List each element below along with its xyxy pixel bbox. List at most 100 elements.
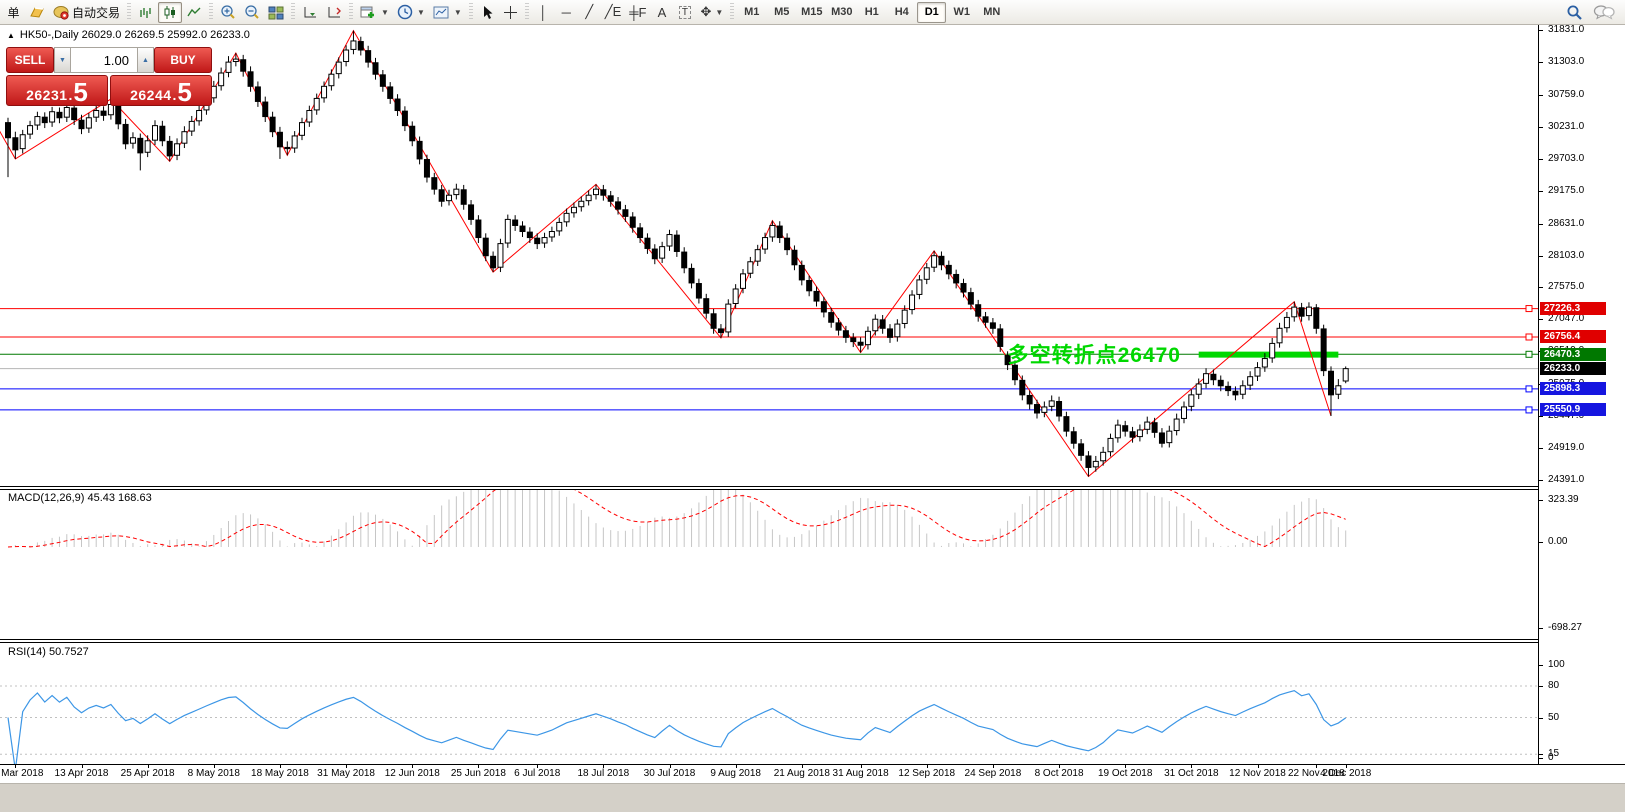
crosshair-icon [503,5,518,20]
one-click-trading-panel: SELL ▼ 1.00 ▲ BUY 26231.5 26244.5 [6,47,212,106]
autotrade-button[interactable]: 自动交易 [49,2,124,23]
axis-tick-label: 31303.0 [1548,56,1584,67]
new-chart-button[interactable]: ▼ [356,2,393,23]
timeframe-button-w1[interactable]: W1 [947,2,976,23]
history-button[interactable] [25,2,49,23]
zoom-in-button[interactable] [216,2,240,23]
timeframe-button-m5[interactable]: M5 [767,2,796,23]
date-label: 12 Nov 2018 [1229,768,1286,779]
date-label: 18 May 2018 [251,768,309,779]
volume-value: 1.00 [104,53,129,68]
chat-icon[interactable] [1593,4,1615,20]
sell-price-main: 26231 [26,87,67,103]
arrows-button[interactable]: ✥▼ [696,2,727,23]
date-label: 25 Jun 2018 [451,768,506,779]
timeframe-button-m30[interactable]: M30 [827,2,856,23]
axis-tick-label: 30231.0 [1548,121,1584,132]
line-chart-button[interactable] [182,2,206,23]
mt4-window: 单 自动交易 [0,0,1625,812]
auto-scroll-icon [302,5,318,20]
level-price-label[interactable]: 25550.9 [1540,403,1606,416]
level-price-label[interactable]: 25898.3 [1540,382,1606,395]
new-order-button[interactable]: 单 [2,2,25,23]
search-icon[interactable] [1566,4,1583,21]
macd-indicator-label: MACD(12,26,9) 45.43 168.63 [8,492,152,504]
auto-scroll-button[interactable] [298,2,322,23]
timeframe-button-h1[interactable]: H1 [857,2,886,23]
current-price-label[interactable]: 26233.0 [1540,362,1606,375]
axis-tick-mark [1538,62,1543,63]
date-label: 9 Aug 2018 [710,768,761,779]
new-chart-icon [360,5,377,20]
chevron-down-icon: ▼ [454,8,462,17]
axis-tick-label: 28631.0 [1548,218,1584,229]
macd-axis-label: 323.39 [1548,494,1579,505]
timeframe-button-m1[interactable]: M1 [737,2,766,23]
text-button[interactable]: A [650,2,673,23]
macd-plot[interactable] [0,490,1538,638]
text-label-button[interactable]: T [673,2,696,23]
chart-annotation-text[interactable]: 多空转折点26470 [1008,339,1181,369]
timeframe-button-mn[interactable]: MN [977,2,1006,23]
volume-input[interactable]: 1.00 [71,47,137,73]
date-label: 25 Apr 2018 [121,768,175,779]
new-order-label: 单 [7,4,19,21]
vertical-line-button[interactable]: │ [532,2,555,23]
date-label: 8 May 2018 [188,768,240,779]
buy-button[interactable]: BUY [154,47,212,73]
axis-tick-mark [1538,287,1543,288]
main-chart-plot[interactable] [0,25,1538,486]
date-label: 12 Sep 2018 [898,768,955,779]
templates-button[interactable]: ▼ [429,2,466,23]
axis-tick-mark [1538,256,1543,257]
date-label: 24 Sep 2018 [965,768,1022,779]
date-label: 21 Aug 2018 [774,768,830,779]
collapse-triangle-icon[interactable]: ▲ [7,31,15,40]
autotrade-label: 自动交易 [72,4,120,21]
toolbar: 单 自动交易 [0,0,1625,25]
date-label: 31 May 2018 [317,768,375,779]
volume-up-icon: ▲ [142,57,149,64]
level-price-label[interactable]: 26756.4 [1540,330,1606,343]
zoom-out-button[interactable] [240,2,264,23]
cursor-button[interactable] [476,2,499,23]
horizontal-line-button[interactable]: ─ [555,2,578,23]
timeframe-button-h4[interactable]: H4 [887,2,916,23]
level-price-label[interactable]: 27226.3 [1540,302,1606,315]
level-price-label[interactable]: 26470.3 [1540,348,1606,361]
date-label: 6 Jul 2018 [514,768,560,779]
buy-price-panel[interactable]: 26244.5 [110,75,212,106]
date-label: 30 Jul 2018 [644,768,696,779]
buy-price-dot: . [173,87,177,103]
candlestick-chart-button[interactable] [158,2,182,23]
periods-button[interactable]: ▼ [393,2,429,23]
sell-button[interactable]: SELL [6,47,54,73]
axis-tick-mark [1538,500,1543,501]
trendline-button[interactable]: ╱ [578,2,601,23]
time-axis: 29 Mar 201813 Apr 201825 Apr 20188 May 2… [0,765,1625,783]
timeframe-button-d1[interactable]: D1 [917,2,946,23]
timeframe-group: M1M5M15M30H1H4D1W1MN [737,2,1006,23]
fibonacci-button[interactable]: ╪F [625,2,650,23]
sell-price-dot: . [69,87,73,103]
sell-price-panel[interactable]: 26231.5 [6,75,108,106]
chart-shift-button[interactable] [322,2,346,23]
line-chart-icon [186,5,202,20]
autotrade-icon [53,5,69,20]
crosshair-button[interactable] [499,2,522,23]
volume-down-button[interactable]: ▼ [54,47,71,73]
tile-windows-button[interactable] [264,2,288,23]
axis-tick-mark [1538,159,1543,160]
templates-icon [433,5,450,20]
volume-up-button[interactable]: ▲ [137,47,154,73]
timeframe-button-m15[interactable]: M15 [797,2,826,23]
rsi-plot[interactable] [0,643,1538,764]
axis-tick-mark [1538,686,1543,687]
rsi-axis-label: 80 [1548,680,1559,691]
toolbar-grip [525,3,529,21]
bar-chart-button[interactable] [134,2,158,23]
axis-tick-mark [1538,30,1543,31]
arrows-icon: ✥ [700,4,711,20]
channel-button[interactable]: ╱E [601,2,626,23]
sell-button-label: SELL [15,53,46,67]
